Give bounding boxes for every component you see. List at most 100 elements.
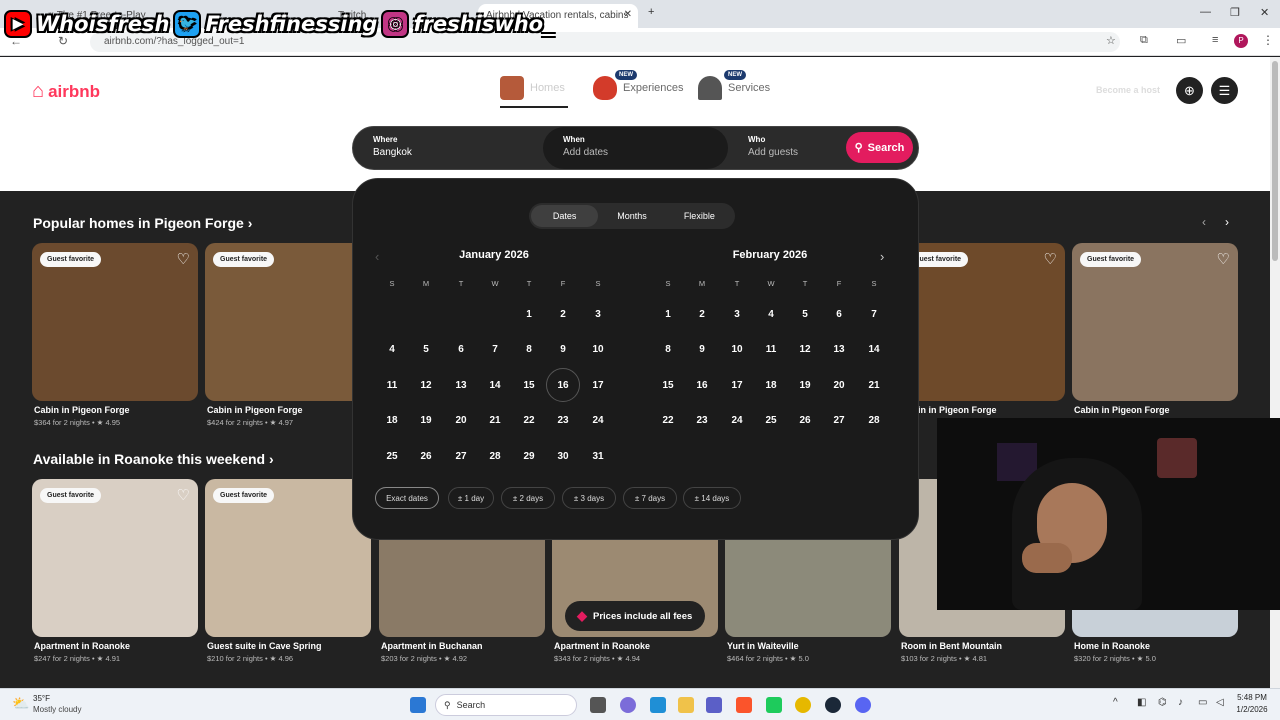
- calendar-day[interactable]: 13: [822, 332, 856, 366]
- flex-date-chip[interactable]: ± 2 days: [501, 487, 555, 509]
- weather-temp[interactable]: 35°F: [33, 694, 50, 703]
- new-tab-icon[interactable]: +: [648, 6, 654, 18]
- nav-services[interactable]: NEW Services: [698, 70, 770, 100]
- calendar-day[interactable]: 20: [444, 403, 478, 437]
- calendar-day[interactable]: 5: [788, 297, 822, 331]
- calendar-day[interactable]: 22: [651, 403, 685, 437]
- calendar-day[interactable]: 29: [512, 439, 546, 473]
- prev-month-icon[interactable]: ‹: [375, 249, 379, 264]
- clock-time[interactable]: 5:48 PM: [1233, 693, 1271, 702]
- calendar-day[interactable]: 20: [822, 368, 856, 402]
- calendar-day[interactable]: 2: [685, 297, 719, 331]
- volume-icon[interactable]: ◁: [1216, 697, 1224, 708]
- calendar-day[interactable]: 3: [581, 297, 615, 331]
- calendar-day[interactable]: 27: [444, 439, 478, 473]
- store-icon[interactable]: [650, 697, 666, 713]
- flex-date-chip[interactable]: ± 14 days: [683, 487, 741, 509]
- calendar-day[interactable]: 14: [857, 332, 891, 366]
- listing-photo[interactable]: Guest favorite ♡: [32, 479, 198, 637]
- file-explorer-icon[interactable]: [678, 697, 694, 713]
- calendar-day[interactable]: 22: [512, 403, 546, 437]
- calendar-day[interactable]: 6: [444, 332, 478, 366]
- listing-photo[interactable]: Guest favorite ♡: [1072, 243, 1238, 401]
- windows-start-icon[interactable]: [410, 697, 426, 713]
- calendar-day[interactable]: 13: [444, 368, 478, 402]
- calendar-day[interactable]: 18: [375, 403, 409, 437]
- task-view-icon[interactable]: [590, 697, 606, 713]
- network-icon[interactable]: ⌬: [1158, 697, 1167, 708]
- close-icon[interactable]: ✕: [624, 9, 632, 20]
- calendar-day[interactable]: 28: [857, 403, 891, 437]
- search-button[interactable]: ⚲ Search: [846, 132, 913, 163]
- when-field[interactable]: When Add dates: [543, 127, 728, 169]
- globe-icon[interactable]: ⊕: [1176, 77, 1203, 104]
- prev-arrow-icon[interactable]: ‹: [1202, 215, 1206, 229]
- calendar-day[interactable]: 9: [546, 332, 580, 366]
- calendar-day[interactable]: 15: [651, 368, 685, 402]
- who-field[interactable]: Who Add guests: [728, 127, 843, 169]
- section-title[interactable]: Popular homes in Pigeon Forge ›: [33, 215, 252, 231]
- display-icon[interactable]: ▭: [1198, 697, 1207, 708]
- discord-icon[interactable]: [855, 697, 871, 713]
- calendar-day[interactable]: 21: [478, 403, 512, 437]
- calendar-day[interactable]: 8: [512, 332, 546, 366]
- calendar-day[interactable]: 23: [685, 403, 719, 437]
- next-month-icon[interactable]: ›: [880, 249, 884, 264]
- weather-icon[interactable]: ⛅: [12, 695, 29, 712]
- chrome-icon[interactable]: [795, 697, 811, 713]
- heart-icon[interactable]: ♡: [1217, 250, 1230, 268]
- where-field[interactable]: Where Bangkok: [353, 127, 543, 169]
- calendar-day[interactable]: 27: [822, 403, 856, 437]
- calendar-day[interactable]: 26: [788, 403, 822, 437]
- calendar-day[interactable]: 30: [546, 439, 580, 473]
- minimize-icon[interactable]: —: [1200, 6, 1211, 18]
- calendar-day[interactable]: 14: [478, 368, 512, 402]
- tray-icon[interactable]: ◧: [1137, 697, 1146, 708]
- calendar-day[interactable]: 6: [822, 297, 856, 331]
- cast-icon[interactable]: ▭: [1176, 34, 1186, 47]
- section-title[interactable]: Available in Roanoke this weekend ›: [33, 451, 274, 467]
- calendar-day[interactable]: 25: [754, 403, 788, 437]
- listing-card[interactable]: Guest favorite Guest suite in Cave Sprin…: [205, 479, 371, 663]
- window-close-icon[interactable]: ✕: [1260, 6, 1269, 19]
- calendar-day[interactable]: 1: [512, 297, 546, 331]
- mic-icon[interactable]: ♪: [1178, 697, 1183, 708]
- menu-icon[interactable]: ☰: [1211, 77, 1238, 104]
- calendar-day[interactable]: 26: [409, 439, 443, 473]
- calendar-day[interactable]: 1: [651, 297, 685, 331]
- bookmark-star-icon[interactable]: ☆: [1106, 34, 1116, 47]
- nav-experiences[interactable]: NEW Experiences: [593, 70, 684, 100]
- listing-photo[interactable]: Guest favorite: [205, 243, 371, 401]
- next-arrow-icon[interactable]: ›: [1225, 215, 1229, 229]
- calendar-day[interactable]: 8: [651, 332, 685, 366]
- copilot-icon[interactable]: [620, 697, 636, 713]
- calendar-day[interactable]: 2: [546, 297, 580, 331]
- maximize-icon[interactable]: ❐: [1230, 6, 1240, 19]
- brave-icon[interactable]: [736, 697, 752, 713]
- calendar-day[interactable]: 7: [857, 297, 891, 331]
- calendar-day[interactable]: 4: [375, 332, 409, 366]
- calendar-day[interactable]: 3: [720, 297, 754, 331]
- tray-chevron-icon[interactable]: ^: [1113, 697, 1118, 708]
- taskbar-search[interactable]: ⚲ Search: [435, 694, 577, 716]
- calendar-day[interactable]: 21: [857, 368, 891, 402]
- listing-card[interactable]: Guest favorite ♡ Apartment in Roanoke $2…: [32, 479, 198, 663]
- calendar-day[interactable]: 9: [685, 332, 719, 366]
- flex-date-chip[interactable]: ± 3 days: [562, 487, 616, 509]
- calendar-day[interactable]: 15: [512, 368, 546, 402]
- calendar-day[interactable]: 25: [375, 439, 409, 473]
- calendar-day[interactable]: 18: [754, 368, 788, 402]
- calendar-day[interactable]: 10: [720, 332, 754, 366]
- listing-photo[interactable]: Guest favorite ♡: [899, 243, 1065, 401]
- browser-menu-icon[interactable]: ⋮: [1262, 33, 1274, 47]
- tab-flexible[interactable]: Flexible: [666, 205, 733, 227]
- heart-icon[interactable]: ♡: [1044, 250, 1057, 268]
- calendar-day[interactable]: 5: [409, 332, 443, 366]
- listing-photo[interactable]: Guest favorite ♡: [32, 243, 198, 401]
- calendar-day[interactable]: 19: [788, 368, 822, 402]
- calendar-day[interactable]: 12: [788, 332, 822, 366]
- listing-card[interactable]: Guest favorite ♡ Cabin in Pigeon Forge: [1072, 243, 1238, 418]
- calendar-day[interactable]: 11: [375, 368, 409, 402]
- flex-date-chip[interactable]: ± 1 day: [448, 487, 494, 509]
- tab-months[interactable]: Months: [598, 205, 665, 227]
